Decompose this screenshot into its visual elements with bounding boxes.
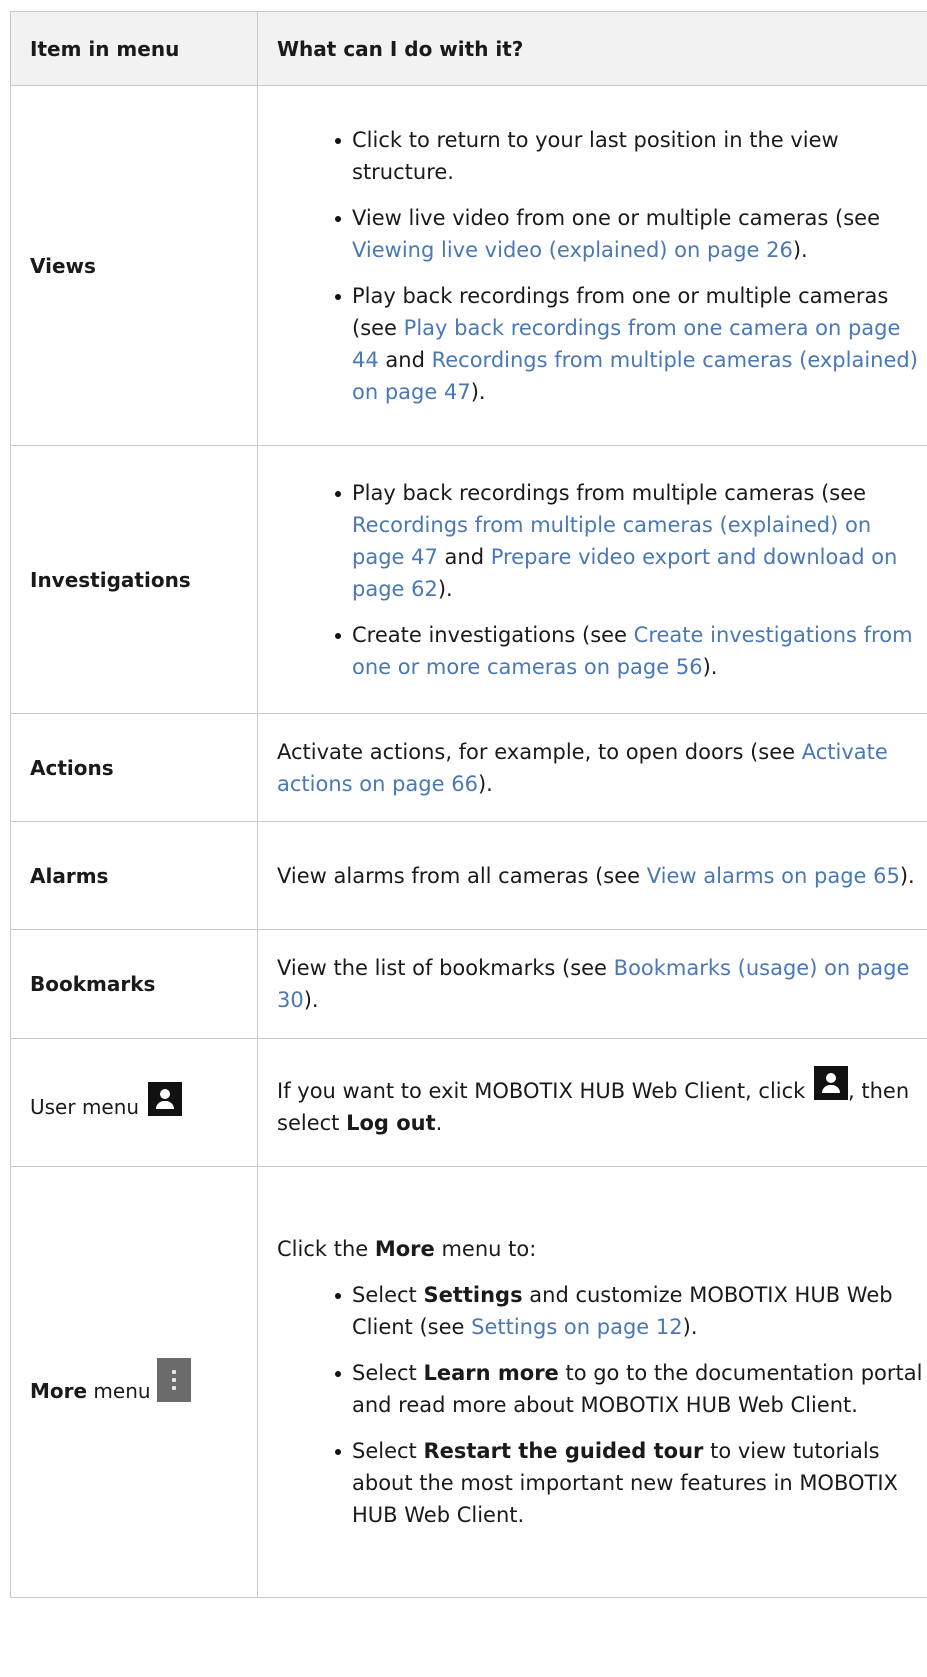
- table-row-investigations: Investigations Play back recordings from…: [10, 445, 927, 714]
- row-label-alarms: Alarms: [10, 821, 258, 930]
- link-recordings-multiple-cameras[interactable]: Recordings from multiple cameras (explai…: [352, 348, 918, 404]
- list-item: Click to return to your last position in…: [335, 124, 926, 188]
- table-row-more-menu: More menu Click the More menu to: Select…: [10, 1166, 927, 1598]
- row-label-actions: Actions: [10, 713, 258, 822]
- row-desc-bookmarks: View the list of bookmarks (see Bookmark…: [257, 929, 927, 1039]
- row-label-views: Views: [10, 85, 258, 446]
- row-label-investigations: Investigations: [10, 445, 258, 714]
- row-desc-alarms: View alarms from all cameras (see View a…: [257, 821, 927, 930]
- views-bullet-list: Click to return to your last position in…: [277, 124, 926, 408]
- link-viewing-live-video[interactable]: Viewing live video (explained) on page 2…: [352, 238, 793, 262]
- link-view-alarms[interactable]: View alarms on page 65: [647, 864, 900, 888]
- table-header-row: Item in menu What can I do with it?: [10, 11, 927, 86]
- row-label-more-menu: More menu: [10, 1166, 258, 1598]
- menu-items-table: Item in menu What can I do with it? View…: [10, 11, 927, 1598]
- row-label-bookmarks: Bookmarks: [10, 929, 258, 1039]
- more-menu-intro: Click the More menu to:: [277, 1237, 537, 1261]
- list-item: Select Restart the guided tour to view t…: [335, 1435, 926, 1531]
- user-icon: [148, 1082, 183, 1116]
- list-item: Select Settings and customize MOBOTIX HU…: [335, 1279, 926, 1343]
- list-item: Create investigations (see Create invest…: [335, 619, 926, 683]
- list-item: Play back recordings from one or multipl…: [335, 280, 926, 408]
- link-settings[interactable]: Settings on page 12: [471, 1315, 683, 1339]
- investigations-bullet-list: Play back recordings from multiple camer…: [277, 477, 926, 683]
- more-menu-bullet-list: Select Settings and customize MOBOTIX HU…: [277, 1279, 926, 1531]
- header-what-can-i-do: What can I do with it?: [257, 11, 927, 86]
- table-row-actions: Actions Activate actions, for example, t…: [10, 713, 927, 822]
- list-item: View live video from one or multiple cam…: [335, 202, 926, 266]
- user-icon[interactable]: [814, 1066, 849, 1100]
- row-label-user-menu: User menu: [10, 1038, 258, 1167]
- table-row-user-menu: User menu If you want to exit MOBOTIX HU…: [10, 1038, 927, 1167]
- more-vertical-icon: [156, 1357, 191, 1402]
- header-item-in-menu: Item in menu: [10, 11, 258, 86]
- row-desc-views: Click to return to your last position in…: [257, 85, 927, 446]
- row-desc-actions: Activate actions, for example, to open d…: [257, 713, 927, 822]
- row-desc-investigations: Play back recordings from multiple camer…: [257, 445, 927, 714]
- table-row-bookmarks: Bookmarks View the list of bookmarks (se…: [10, 929, 927, 1039]
- list-item: Select Learn more to go to the documenta…: [335, 1357, 926, 1421]
- row-desc-more-menu: Click the More menu to: Select Settings …: [257, 1166, 927, 1598]
- table-row-views: Views Click to return to your last posit…: [10, 85, 927, 446]
- table-row-alarms: Alarms View alarms from all cameras (see…: [10, 821, 927, 930]
- list-item: Play back recordings from multiple camer…: [335, 477, 926, 605]
- row-desc-user-menu: If you want to exit MOBOTIX HUB Web Clie…: [257, 1038, 927, 1167]
